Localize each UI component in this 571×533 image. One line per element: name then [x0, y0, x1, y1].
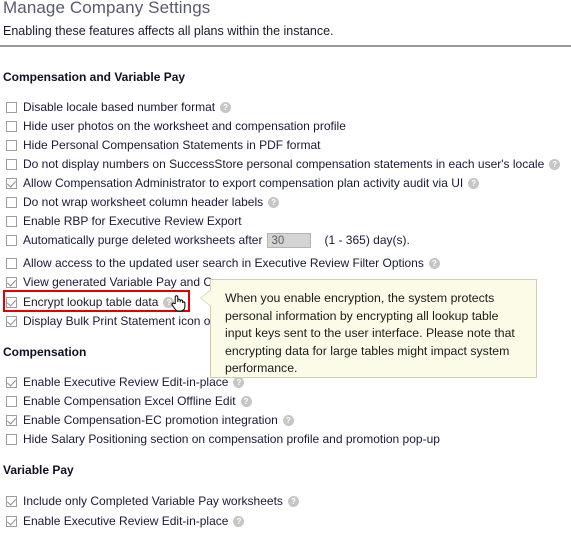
tooltip-pointer [201, 290, 211, 306]
checkbox-do-not-display-numbers-successstore[interactable] [6, 158, 17, 170]
option-row-enable-executive-review-edit-in-place-vp[interactable]: Enable Executive Review Edit-in-place ? [6, 513, 245, 529]
checkbox-encrypt-lookup-table-data[interactable] [6, 296, 17, 308]
checkbox-display-bulk-print-statement-icon[interactable] [6, 315, 17, 327]
option-row-enable-compensation-ec-promotion-integration[interactable]: Enable Compensation-EC promotion integra… [6, 412, 294, 428]
option-label: Do not wrap worksheet column header labe… [23, 195, 264, 209]
option-label: Allow Compensation Administrator to expo… [23, 176, 464, 190]
checkbox-do-not-wrap-column-headers[interactable] [6, 196, 17, 208]
section-heading-compensation-and-variable-pay: Compensation and Variable Pay [3, 70, 186, 84]
option-label: Hide user photos on the worksheet and co… [23, 119, 346, 133]
header-divider [0, 45, 571, 47]
option-row-allow-updated-user-search[interactable]: Allow access to the updated user search … [6, 255, 440, 271]
checkbox-view-generated-variable-pay[interactable] [6, 276, 17, 288]
checkbox-automatically-purge-worksheets[interactable] [6, 234, 17, 246]
checkbox-enable-compensation-excel-offline-edit[interactable] [6, 395, 17, 407]
tooltip-text: When you enable encryption, the system p… [225, 291, 515, 375]
checkbox-allow-updated-user-search[interactable] [6, 257, 17, 269]
help-icon[interactable]: ? [233, 515, 245, 527]
option-label: View generated Variable Pay and C [23, 275, 213, 289]
purge-days-range-hint: (1 - 365) day(s). [324, 233, 410, 247]
checkbox-include-only-completed-variable-pay-worksheets[interactable] [6, 495, 17, 507]
option-row-hide-personal-compensation-statements[interactable]: Hide Personal Compensation Statements in… [6, 137, 320, 153]
option-row-allow-comp-admin-export-audit[interactable]: Allow Compensation Administrator to expo… [6, 175, 480, 191]
option-row-disable-locale-based-number-format[interactable]: Disable locale based number format ? [6, 99, 232, 115]
help-icon[interactable]: ? [220, 101, 232, 113]
checkbox-enable-executive-review-edit-in-place-vp[interactable] [6, 515, 17, 527]
option-row-display-bulk-print-statement-icon[interactable]: Display Bulk Print Statement icon o [6, 313, 210, 329]
checkbox-enable-executive-review-edit-in-place-comp[interactable] [6, 376, 17, 388]
help-icon[interactable]: ? [268, 196, 280, 208]
page-subtitle: Enabling these features affects all plan… [3, 24, 334, 38]
checkbox-allow-comp-admin-export-audit[interactable] [6, 177, 17, 189]
option-row-enable-compensation-excel-offline-edit[interactable]: Enable Compensation Excel Offline Edit ? [6, 393, 252, 409]
help-icon[interactable]: ? [282, 414, 294, 426]
option-label: Allow access to the updated user search … [23, 256, 424, 270]
option-label: Include only Completed Variable Pay work… [23, 494, 283, 508]
option-row-hide-salary-positioning-section[interactable]: Hide Salary Positioning section on compe… [6, 431, 440, 447]
settings-page: Manage Company Settings Enabling these f… [0, 0, 571, 533]
section-heading-compensation: Compensation [3, 345, 87, 359]
help-icon[interactable]: ? [163, 296, 175, 308]
checkbox-disable-locale-based-number-format[interactable] [6, 101, 17, 113]
option-row-include-only-completed-variable-pay-worksheets[interactable]: Include only Completed Variable Pay work… [6, 493, 299, 509]
help-icon[interactable]: ? [240, 395, 252, 407]
help-icon[interactable]: ? [233, 376, 245, 388]
option-label: Encrypt lookup table data [23, 295, 159, 309]
option-row-do-not-wrap-column-headers[interactable]: Do not wrap worksheet column header labe… [6, 194, 280, 210]
checkbox-enable-rbp-executive-review-export[interactable] [6, 215, 17, 227]
option-label: Do not display numbers on SuccessStore p… [23, 157, 545, 171]
option-row-do-not-display-numbers-successstore[interactable]: Do not display numbers on SuccessStore p… [6, 156, 561, 172]
checkbox-hide-salary-positioning-section[interactable] [6, 433, 17, 445]
option-row-enable-executive-review-edit-in-place-comp[interactable]: Enable Executive Review Edit-in-place ? [6, 374, 245, 390]
tooltip-encrypt-lookup-table-data: When you enable encryption, the system p… [200, 279, 537, 378]
page-title: Manage Company Settings [3, 0, 211, 17]
section-heading-variable-pay: Variable Pay [3, 463, 74, 477]
checkbox-hide-personal-compensation-statements[interactable] [6, 139, 17, 151]
option-label: Enable Compensation Excel Offline Edit [23, 394, 236, 408]
checkbox-hide-user-photos[interactable] [6, 120, 17, 132]
option-label: Enable Compensation-EC promotion integra… [23, 413, 278, 427]
help-icon[interactable]: ? [549, 158, 561, 170]
help-icon[interactable]: ? [428, 257, 440, 269]
option-label: Automatically purge deleted worksheets a… [23, 233, 263, 247]
option-label: Display Bulk Print Statement icon o [23, 314, 211, 328]
help-icon[interactable]: ? [468, 177, 480, 189]
option-label: Disable locale based number format [23, 100, 216, 114]
option-row-hide-user-photos[interactable]: Hide user photos on the worksheet and co… [6, 118, 346, 134]
help-icon[interactable]: ? [287, 495, 299, 507]
option-label: Enable Executive Review Edit-in-place [23, 375, 229, 389]
option-row-encrypt-lookup-table-data[interactable]: Encrypt lookup table data ? [6, 294, 175, 310]
option-label: Enable RBP for Executive Review Export [23, 214, 242, 228]
option-row-enable-rbp-executive-review-export[interactable]: Enable RBP for Executive Review Export [6, 213, 242, 229]
option-row-automatically-purge-worksheets[interactable]: Automatically purge deleted worksheets a… [6, 232, 410, 248]
option-label: Enable Executive Review Edit-in-place [23, 514, 229, 528]
option-label: Hide Personal Compensation Statements in… [23, 138, 321, 152]
checkbox-enable-compensation-ec-promotion-integration[interactable] [6, 414, 17, 426]
purge-days-input[interactable]: 30 [267, 232, 312, 248]
option-label: Hide Salary Positioning section on compe… [23, 432, 440, 446]
option-row-view-generated-variable-pay[interactable]: View generated Variable Pay and C [6, 274, 212, 290]
